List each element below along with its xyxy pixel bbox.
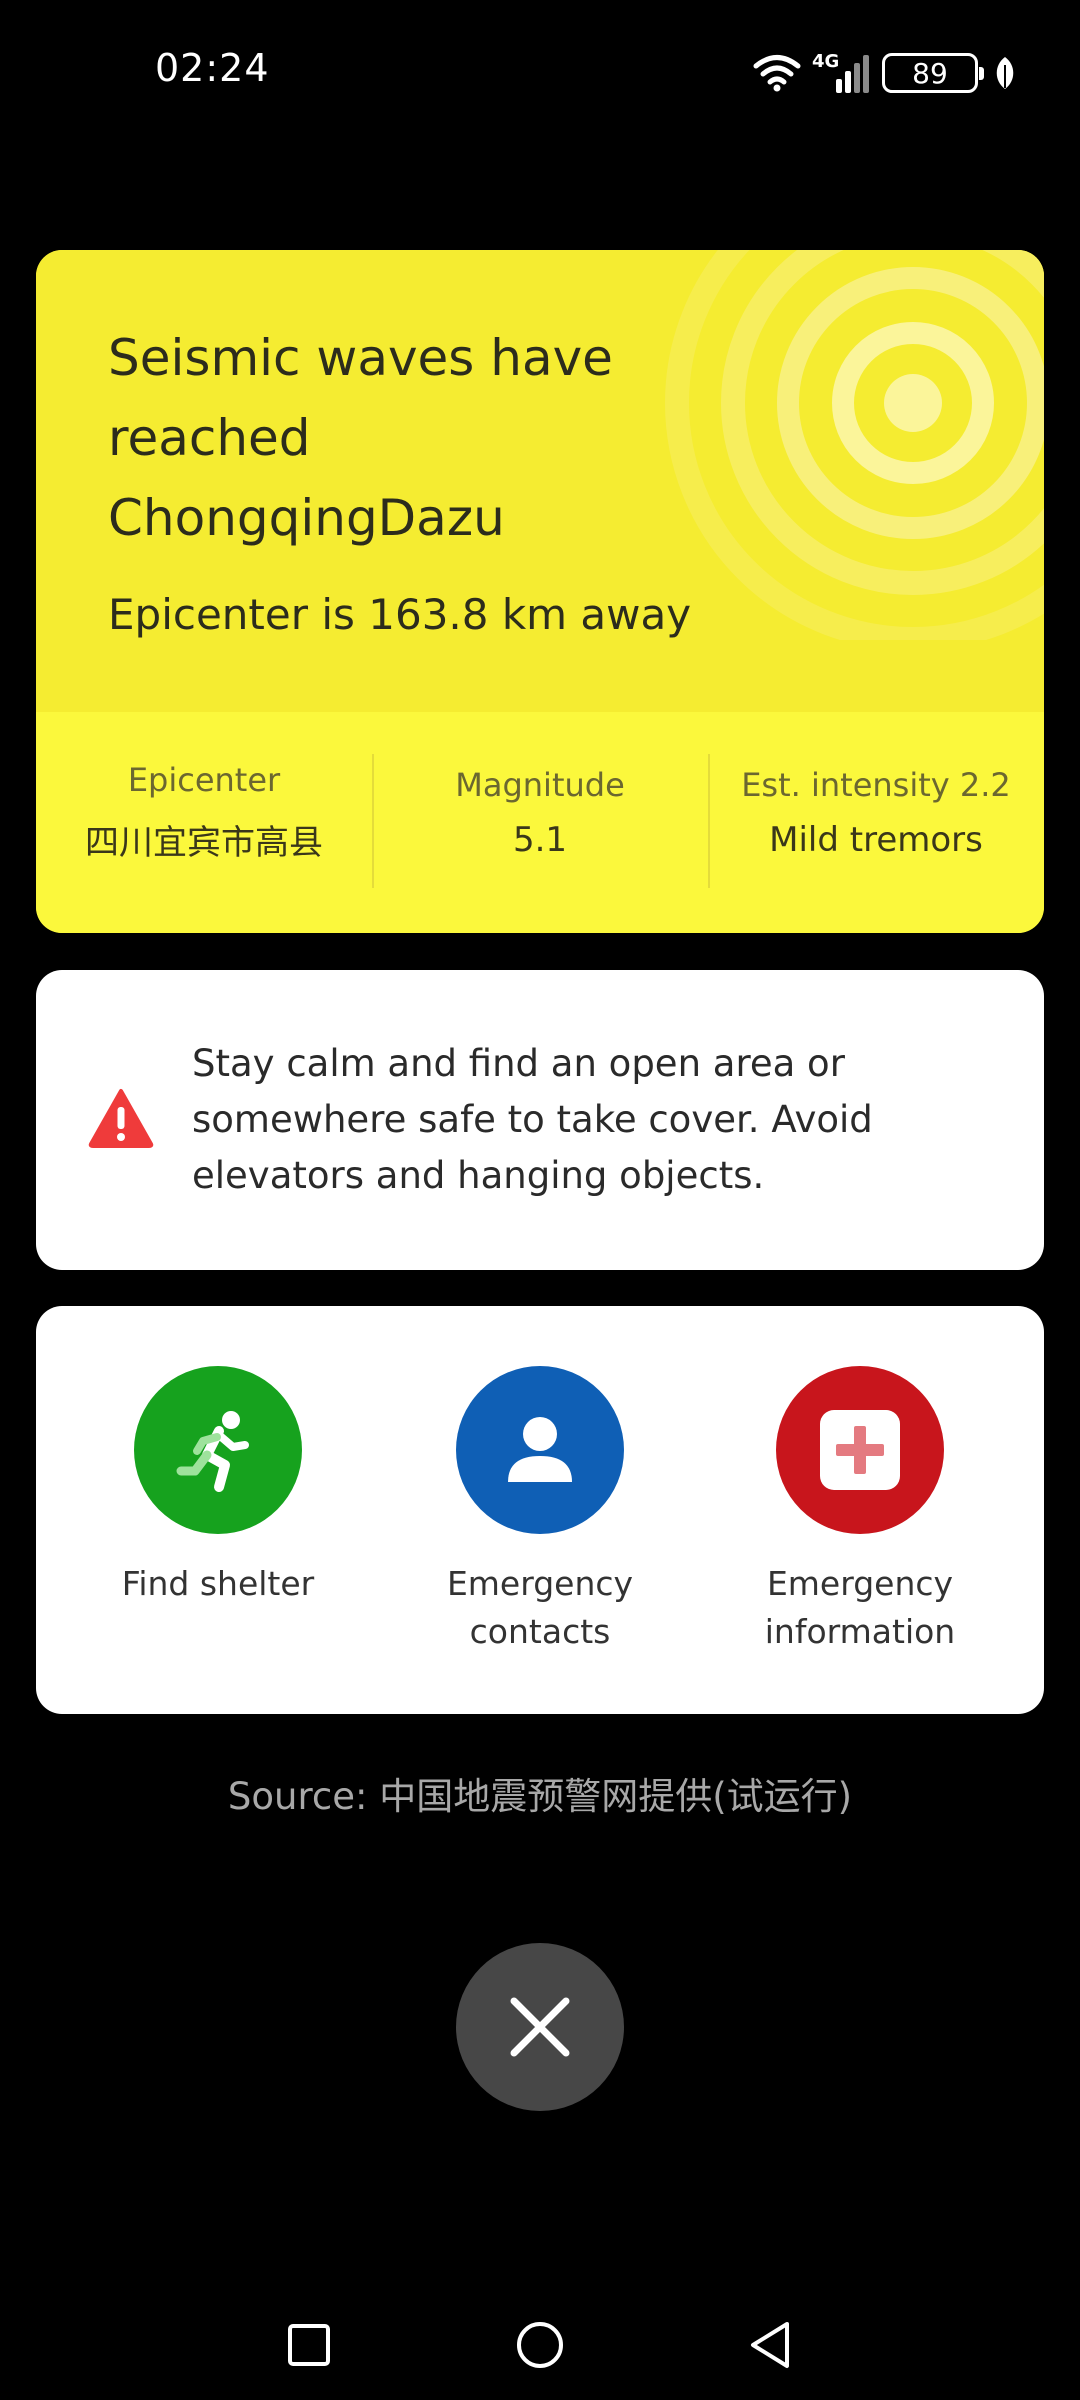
epicenter-distance: Epicenter is 163.8 km away <box>108 590 692 639</box>
alert-header: Seismic waves have reached ChongqingDazu… <box>36 250 1044 712</box>
home-button[interactable] <box>505 2310 575 2380</box>
emergency-information-button[interactable]: Emergency information <box>700 1366 1020 1656</box>
back-button[interactable] <box>735 2310 805 2380</box>
stat-value: 5.1 <box>512 819 568 860</box>
stat-label: Epicenter <box>127 761 281 799</box>
cellular-signal-icon: 4G <box>812 51 872 95</box>
status-bar: 02:24 4G 89 <box>0 0 1080 150</box>
warning-icon <box>88 1089 154 1148</box>
stat-value: Mild tremors <box>769 819 983 860</box>
wifi-icon <box>753 55 801 92</box>
find-shelter-button[interactable]: Find shelter <box>58 1366 378 1608</box>
data-source-text: Source: 中国地震预警网提供(试运行) <box>227 1775 853 1818</box>
safety-advice-card: Stay calm and find an open area or somew… <box>36 970 1044 1270</box>
navigation-bar <box>0 2290 1080 2400</box>
stat-magnitude: Magnitude 5.1 <box>372 712 708 933</box>
status-time: 02:24 <box>155 46 270 90</box>
earthquake-alert-card: Seismic waves have reached ChongqingDazu… <box>36 250 1044 933</box>
emergency-contacts-button[interactable]: Emergency contacts <box>380 1366 700 1656</box>
alert-stats: Epicenter 四川宜宾市高县 Magnitude 5.1 Est. int… <box>36 712 1044 933</box>
back-icon[interactable] <box>747 2320 793 2370</box>
emergency-actions-card: Find shelter Emergency contacts Emergenc… <box>36 1306 1044 1714</box>
stat-label: Est. intensity 2.2 <box>741 765 1011 804</box>
stat-intensity: Est. intensity 2.2 Mild tremors <box>708 712 1044 933</box>
battery-indicator: 89 <box>882 53 984 93</box>
medical-cross-icon[interactable] <box>776 1366 944 1534</box>
running-person-icon[interactable] <box>134 1366 302 1534</box>
stat-epicenter: Epicenter 四川宜宾市高县 <box>36 712 372 933</box>
stat-label: Magnitude <box>455 765 625 804</box>
action-label: Emergency contacts <box>446 1564 634 1651</box>
action-label: Find shelter <box>121 1564 315 1603</box>
leaf-icon <box>996 57 1014 89</box>
status-icons: 4G 89 <box>752 50 1016 96</box>
safety-advice-text: Stay calm and find an open area or somew… <box>192 1042 873 1197</box>
recent-apps-button[interactable] <box>274 2310 344 2380</box>
stat-value: 四川宜宾市高县 <box>85 823 323 863</box>
alert-title: Seismic waves have reached ChongqingDazu <box>108 329 613 547</box>
recent-apps-icon[interactable] <box>287 2323 331 2367</box>
battery-level: 89 <box>912 56 948 90</box>
earthquake-alert-screen: 02:24 4G 89 Seismic waves have reached C… <box>0 0 1080 2400</box>
person-icon[interactable] <box>456 1366 624 1534</box>
action-label: Emergency information <box>764 1564 956 1651</box>
home-icon[interactable] <box>515 2320 565 2370</box>
close-button[interactable] <box>456 1943 624 2111</box>
close-icon[interactable] <box>508 1995 572 2059</box>
